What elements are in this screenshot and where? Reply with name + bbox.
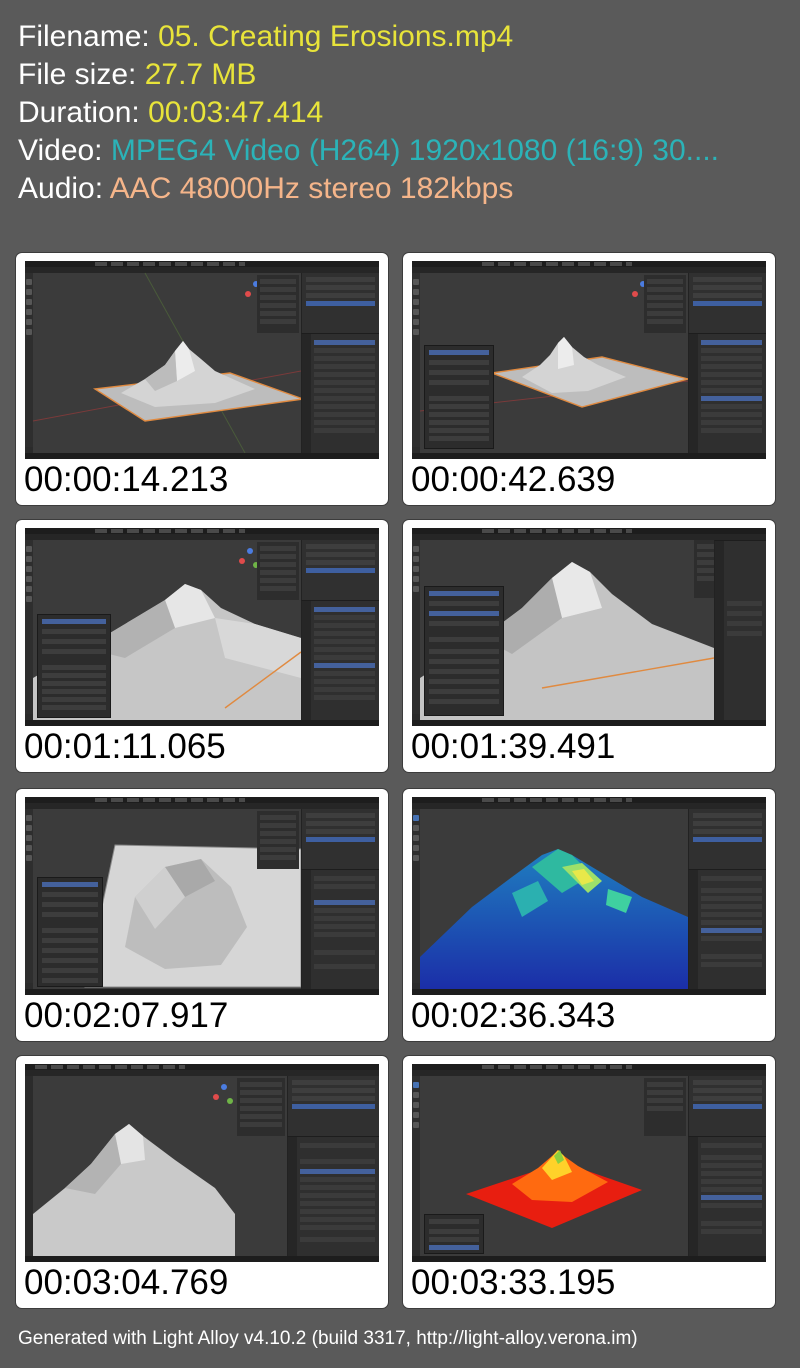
timestamp: 00:02:36.343 <box>411 996 616 1035</box>
filename-line: Filename: 05. Creating Erosions.mp4 <box>18 18 719 56</box>
audio-line: Audio: AAC 48000Hz stereo 182kbps <box>18 170 719 208</box>
video-frame <box>25 528 379 726</box>
timestamp: 00:00:14.213 <box>24 460 229 499</box>
media-info: Filename: 05. Creating Erosions.mp4 File… <box>18 18 719 208</box>
video-line: Video: MPEG4 Video (H264) 1920x1080 (16:… <box>18 132 719 170</box>
video-frame <box>25 797 379 995</box>
thumbnail-card[interactable]: 00:01:39.491 <box>403 520 775 772</box>
operator-panel[interactable] <box>424 345 494 449</box>
thumbnail-card[interactable]: 00:01:11.065 <box>16 520 388 772</box>
duration-value: 00:03:47.414 <box>148 96 324 129</box>
timestamp: 00:01:39.491 <box>411 727 616 766</box>
thumbnail-card[interactable]: 00:03:04.769 <box>16 1056 388 1308</box>
timestamp: 00:03:04.769 <box>24 1263 229 1302</box>
filesize-value: 27.7 MB <box>144 58 257 91</box>
video-frame <box>412 528 766 726</box>
video-label: Video: <box>18 134 111 167</box>
filesize-line: File size: 27.7 MB <box>18 56 719 94</box>
operator-panel[interactable] <box>424 586 504 716</box>
timestamp: 00:02:07.917 <box>24 996 229 1035</box>
thumbnail-card[interactable]: 00:02:36.343 <box>403 789 775 1041</box>
video-frame <box>25 261 379 459</box>
thumbnail-card[interactable]: 00:02:07.917 <box>16 789 388 1041</box>
video-frame <box>412 797 766 995</box>
thumbnail-card[interactable]: 00:00:14.213 <box>16 253 388 505</box>
timestamp: 00:01:11.065 <box>24 727 226 766</box>
adjust-panel[interactable] <box>424 1214 484 1254</box>
video-value: MPEG4 Video (H264) 1920x1080 (16:9) 30..… <box>110 134 720 167</box>
thumbnail-card[interactable]: 00:03:33.195 <box>403 1056 775 1308</box>
operator-panel[interactable] <box>37 614 111 718</box>
timestamp: 00:00:42.639 <box>411 460 616 499</box>
filesize-label: File size: <box>18 58 145 91</box>
video-frame <box>25 1064 379 1262</box>
generator-credit: Generated with Light Alloy v4.10.2 (buil… <box>18 1328 638 1349</box>
video-frame <box>412 1064 766 1262</box>
thumbnail-card[interactable]: 00:00:42.639 <box>403 253 775 505</box>
operator-panel[interactable] <box>37 877 103 987</box>
duration-label: Duration: <box>18 96 149 129</box>
timestamp: 00:03:33.195 <box>411 1263 616 1302</box>
filename-label: Filename: <box>18 20 159 53</box>
filename-value: 05. Creating Erosions.mp4 <box>158 20 514 53</box>
audio-label: Audio: <box>18 172 110 205</box>
duration-line: Duration: 00:03:47.414 <box>18 94 719 132</box>
audio-value: AAC 48000Hz stereo 182kbps <box>109 172 514 205</box>
video-frame <box>412 261 766 459</box>
